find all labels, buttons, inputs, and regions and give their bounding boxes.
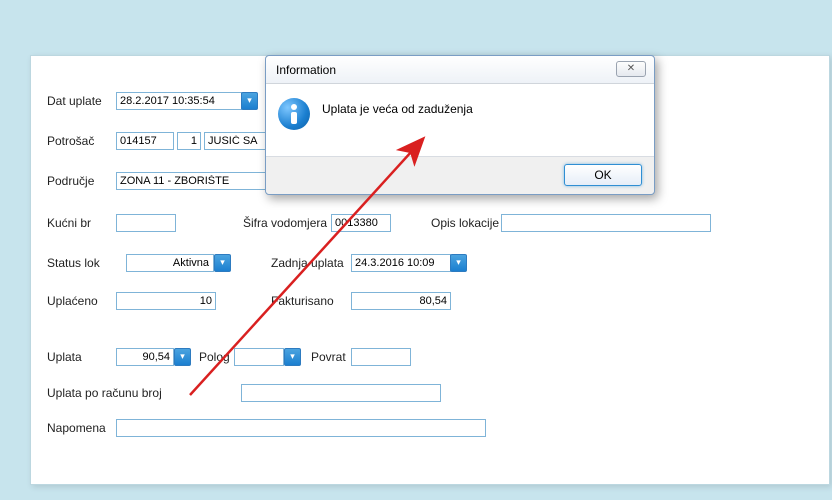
label-uplata-po-racunu: Uplata po računu broj — [47, 386, 162, 400]
label-uplata: Uplata — [47, 350, 82, 364]
input-potrosac-seq[interactable] — [177, 132, 201, 150]
label-sifra-vodomjera: Šifra vodomjera — [243, 216, 327, 230]
input-polog[interactable] — [234, 348, 284, 366]
dialog-close-button[interactable]: ✕ — [616, 61, 646, 77]
label-uplaceno: Uplaćeno — [47, 294, 98, 308]
input-povrat[interactable] — [351, 348, 411, 366]
input-zadnja-uplata[interactable] — [351, 254, 451, 272]
dropdown-status-lok[interactable] — [214, 254, 231, 272]
dropdown-uplata[interactable] — [174, 348, 191, 366]
input-kucni-br[interactable] — [116, 214, 176, 232]
input-status-lok[interactable] — [126, 254, 214, 272]
input-opis-lokacije[interactable] — [501, 214, 711, 232]
input-sifra-vodomjera[interactable] — [331, 214, 391, 232]
dialog-body: Uplata je veća od zaduženja — [266, 84, 654, 156]
dialog-button-bar: OK — [266, 156, 654, 194]
label-status-lok: Status lok — [47, 256, 100, 270]
ok-button[interactable]: OK — [564, 164, 642, 186]
input-dat-uplate[interactable] — [116, 92, 242, 110]
input-uplata[interactable] — [116, 348, 174, 366]
label-kucni-br: Kućni br — [47, 216, 91, 230]
label-fakturisano: Fakturisano — [271, 294, 334, 308]
input-uplata-po-racunu[interactable] — [241, 384, 441, 402]
label-dat-uplate: Dat uplate — [47, 94, 102, 108]
label-podrucje: Područje — [47, 174, 94, 188]
input-uplaceno[interactable] — [116, 292, 216, 310]
dropdown-dat-uplate[interactable] — [241, 92, 258, 110]
info-dialog: Information ✕ Uplata je veća od zaduženj… — [265, 55, 655, 195]
dropdown-polog[interactable] — [284, 348, 301, 366]
dialog-message: Uplata je veća od zaduženja — [322, 98, 473, 116]
input-potrosac-name[interactable] — [204, 132, 266, 150]
dialog-titlebar: Information ✕ — [266, 56, 654, 84]
input-podrucje[interactable] — [116, 172, 286, 190]
label-polog: Polog — [199, 350, 230, 364]
info-icon — [278, 98, 310, 130]
label-povrat: Povrat — [311, 350, 346, 364]
label-potrosac: Potrošač — [47, 134, 94, 148]
label-zadnja-uplata: Zadnja uplata — [271, 256, 344, 270]
input-fakturisano[interactable] — [351, 292, 451, 310]
dialog-title-text: Information — [276, 63, 336, 77]
label-opis-lokacije: Opis lokacije — [431, 216, 499, 230]
input-napomena[interactable] — [116, 419, 486, 437]
input-potrosac-code[interactable] — [116, 132, 174, 150]
label-napomena: Napomena — [47, 421, 106, 435]
dropdown-zadnja-uplata[interactable] — [450, 254, 467, 272]
